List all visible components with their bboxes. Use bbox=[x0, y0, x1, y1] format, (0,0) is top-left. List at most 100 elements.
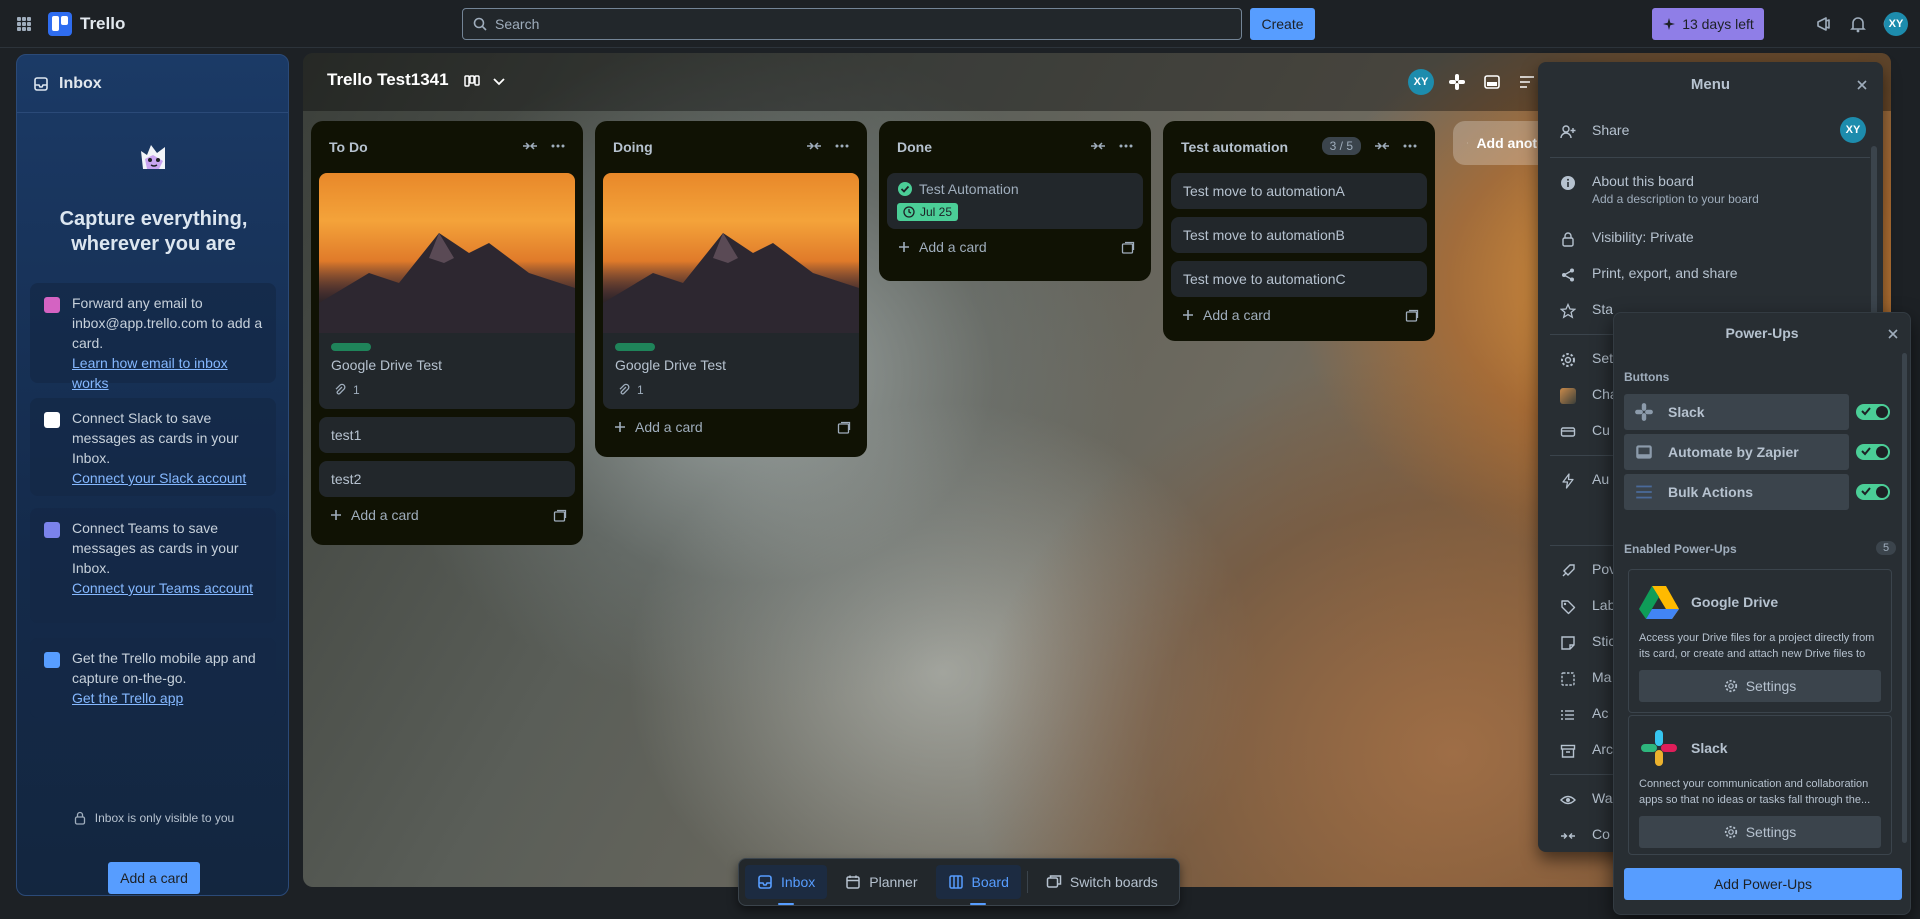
create-button[interactable]: Create bbox=[1250, 8, 1315, 40]
menu-automation-label: Au bbox=[1592, 471, 1610, 487]
slack-powerup-icon[interactable] bbox=[1448, 73, 1466, 91]
menu-watch[interactable]: Wa bbox=[1560, 790, 1612, 808]
menu-labels[interactable]: Lab bbox=[1560, 597, 1615, 615]
activity-list-icon bbox=[1561, 710, 1574, 720]
menu-change-background[interactable]: Cha bbox=[1560, 386, 1618, 404]
add-card-button[interactable]: Add a card bbox=[603, 409, 859, 441]
app-switcher-icon[interactable] bbox=[14, 14, 34, 34]
card-test1[interactable]: test1 bbox=[319, 417, 575, 453]
add-card-button[interactable]: Add a card bbox=[1171, 297, 1427, 329]
menu-archived[interactable]: Arc bbox=[1560, 741, 1613, 759]
card-template-icon[interactable] bbox=[837, 421, 851, 435]
list-header[interactable]: Doing bbox=[603, 129, 859, 165]
inbox-slack-card: Connect Slack to save messages as cards … bbox=[30, 398, 276, 496]
menu-print[interactable]: Print, export, and share bbox=[1560, 265, 1738, 283]
add-card-button[interactable]: Add a card bbox=[319, 497, 575, 529]
user-avatar[interactable]: XY bbox=[1884, 12, 1908, 36]
card-template-icon[interactable] bbox=[1405, 309, 1419, 323]
switcher-planner[interactable]: Planner bbox=[833, 865, 929, 899]
menu-member-avatar[interactable]: XY bbox=[1840, 117, 1866, 143]
list-more-icon[interactable] bbox=[1401, 138, 1419, 154]
list-header[interactable]: Test automation 3 / 5 bbox=[1171, 129, 1427, 165]
connect-slack-link[interactable]: Connect your Slack account bbox=[72, 468, 264, 488]
list-more-icon[interactable] bbox=[1117, 138, 1135, 154]
list-more-icon[interactable] bbox=[833, 138, 851, 154]
menu-share[interactable]: Share bbox=[1560, 122, 1629, 140]
google-drive-settings-button[interactable]: Settings bbox=[1639, 670, 1881, 702]
add-powerups-button[interactable]: Add Power-Ups bbox=[1624, 868, 1902, 900]
list-title[interactable]: Doing bbox=[613, 139, 653, 155]
button-label: Slack bbox=[1668, 404, 1705, 420]
search-input[interactable]: Search bbox=[462, 8, 1242, 40]
slack-powerup-button[interactable]: Slack bbox=[1624, 394, 1849, 430]
trial-button[interactable]: 13 days left bbox=[1652, 8, 1764, 40]
list-title[interactable]: Test automation bbox=[1181, 139, 1288, 155]
sticker-icon bbox=[1561, 636, 1575, 650]
menu-settings[interactable]: Set bbox=[1560, 350, 1613, 368]
collapse-list-icon[interactable] bbox=[1373, 138, 1391, 154]
menu-powerups[interactable]: Pov bbox=[1560, 561, 1616, 579]
bulk-actions-powerup-button[interactable]: Bulk Actions bbox=[1624, 474, 1849, 510]
email-help-link[interactable]: Learn how email to inbox works bbox=[72, 353, 264, 393]
board-member-avatar[interactable]: XY bbox=[1408, 69, 1434, 95]
card-automation-b[interactable]: Test move to automationB bbox=[1171, 217, 1427, 253]
zapier-powerup-icon[interactable] bbox=[1483, 73, 1501, 91]
board-title[interactable]: Trello Test1341 bbox=[327, 70, 449, 90]
card-automation-c[interactable]: Test move to automationC bbox=[1171, 261, 1427, 297]
slack-settings-button[interactable]: Settings bbox=[1639, 816, 1881, 848]
switcher-board[interactable]: Board bbox=[935, 865, 1021, 899]
announcements-icon[interactable] bbox=[1814, 14, 1834, 34]
card-automation-a[interactable]: Test move to automationA bbox=[1171, 173, 1427, 209]
switch-boards-button[interactable]: Switch boards bbox=[1034, 865, 1170, 899]
zapier-powerup-button[interactable]: Automate by Zapier bbox=[1624, 434, 1849, 470]
menu-star[interactable]: Sta bbox=[1560, 301, 1613, 319]
connect-teams-link[interactable]: Connect your Teams account bbox=[72, 578, 264, 598]
menu-automation[interactable]: Au bbox=[1560, 471, 1609, 489]
menu-visibility[interactable]: Visibility: Private bbox=[1560, 229, 1694, 247]
complete-check-icon[interactable] bbox=[897, 181, 913, 197]
menu-stickers[interactable]: Stic bbox=[1560, 633, 1615, 651]
trello-logo[interactable]: Trello bbox=[48, 12, 125, 36]
list-title[interactable]: Done bbox=[897, 139, 932, 155]
notifications-bell-icon[interactable] bbox=[1848, 14, 1868, 34]
collapse-list-icon[interactable] bbox=[521, 138, 539, 154]
card-template-icon[interactable] bbox=[1121, 241, 1135, 255]
inbox-add-card-button[interactable]: Add a card bbox=[108, 862, 200, 894]
list-test-automation: Test automation 3 / 5 Test move to autom… bbox=[1163, 121, 1435, 341]
list-more-icon[interactable] bbox=[549, 138, 567, 154]
green-label[interactable] bbox=[331, 343, 371, 351]
card-google-drive-test[interactable]: Google Drive Test 1 bbox=[319, 173, 575, 409]
menu-custom-fields[interactable]: Cu bbox=[1560, 422, 1610, 440]
add-card-button[interactable]: Add a card bbox=[887, 229, 1143, 261]
menu-copy[interactable]: Co bbox=[1560, 826, 1610, 844]
switcher-inbox[interactable]: Inbox bbox=[745, 865, 828, 899]
green-label[interactable] bbox=[615, 343, 655, 351]
plus-icon bbox=[899, 242, 909, 252]
card-google-drive-test[interactable]: Google Drive Test 1 bbox=[603, 173, 859, 409]
close-icon[interactable] bbox=[1855, 78, 1869, 92]
bulk-actions-button-toggle[interactable] bbox=[1856, 484, 1890, 500]
list-title[interactable]: To Do bbox=[329, 139, 368, 155]
card-test2[interactable]: test2 bbox=[319, 461, 575, 497]
card-template-icon[interactable] bbox=[553, 509, 567, 523]
due-date-badge[interactable]: Jul 25 bbox=[897, 203, 959, 221]
powerup-description: Access your Drive files for a project di… bbox=[1639, 632, 1875, 660]
card-test-automation[interactable]: Test Automation Jul 25 bbox=[887, 173, 1143, 229]
eye-icon bbox=[1560, 795, 1576, 805]
collapse-list-icon[interactable] bbox=[805, 138, 823, 154]
powerups-scrollbar[interactable] bbox=[1902, 353, 1907, 843]
close-icon[interactable] bbox=[1886, 327, 1900, 341]
menu-activity[interactable]: Ac bbox=[1560, 705, 1608, 723]
list-header[interactable]: To Do bbox=[319, 129, 575, 165]
slack-button-toggle[interactable] bbox=[1856, 404, 1890, 420]
menu-make-template[interactable]: Ma bbox=[1560, 669, 1611, 687]
board-view-switcher[interactable] bbox=[463, 72, 507, 90]
template-icon bbox=[1561, 672, 1575, 686]
bulk-actions-powerup-icon[interactable] bbox=[1518, 73, 1536, 91]
menu-star-label: Sta bbox=[1592, 301, 1614, 317]
collapse-list-icon[interactable] bbox=[1089, 138, 1107, 154]
zapier-button-toggle[interactable] bbox=[1856, 444, 1890, 460]
menu-about[interactable]: About this board Add a description to yo… bbox=[1560, 173, 1759, 206]
get-app-link[interactable]: Get the Trello app bbox=[72, 688, 264, 708]
list-header[interactable]: Done bbox=[887, 129, 1143, 165]
